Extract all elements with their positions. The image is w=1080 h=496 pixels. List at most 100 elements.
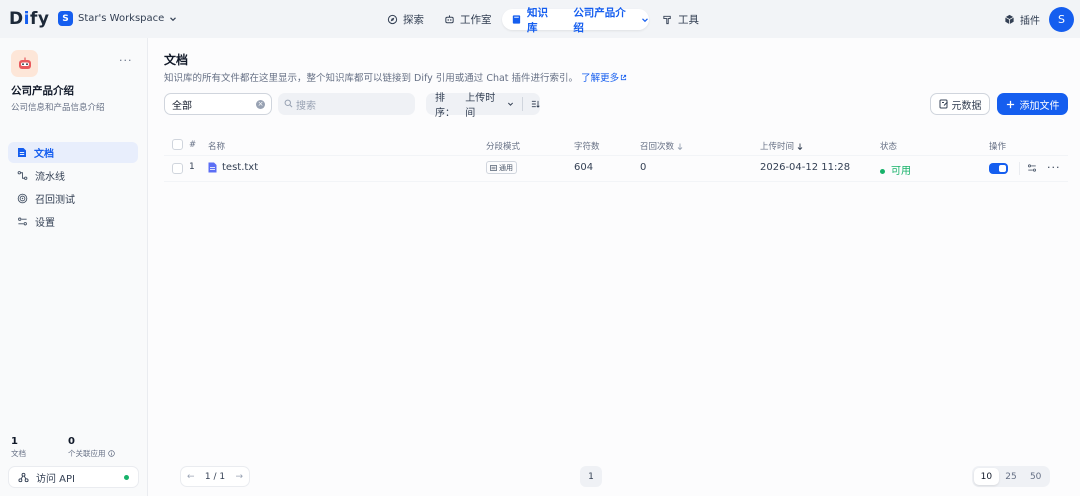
status-dot (880, 168, 885, 174)
document-icon (18, 148, 26, 157)
settings-icon (18, 217, 27, 226)
more-actions-icon[interactable]: ··· (1047, 161, 1061, 174)
robot-icon (445, 15, 454, 24)
next-page-icon[interactable]: → (235, 472, 243, 482)
chevron-down-icon (508, 102, 514, 106)
text-file-icon (208, 162, 217, 173)
action-divider (1019, 162, 1020, 175)
sidebar-item-documents[interactable]: 文档 (8, 142, 138, 163)
enable-toggle[interactable] (989, 163, 1008, 174)
kb-description: 公司信息和产品信息介绍 (11, 103, 105, 113)
plus-icon (1006, 100, 1014, 108)
api-status-dot (124, 475, 129, 480)
more-options-icon[interactable]: ··· (119, 54, 133, 67)
nav-tools[interactable]: 工具 (662, 9, 699, 30)
doc-count: 1 (11, 436, 18, 447)
row-checkbox[interactable] (172, 163, 183, 174)
sidebar-item-label: 文档 (34, 149, 54, 160)
clear-icon[interactable]: × (256, 100, 265, 109)
column-header-hits-label: 召回次数 (640, 142, 675, 152)
access-api-button[interactable]: 访问 API (8, 466, 139, 488)
external-link-icon (621, 74, 627, 81)
sidebar-item-label: 流水线 (35, 172, 65, 183)
column-header-uploaded[interactable]: 上传时间 (760, 140, 803, 152)
search-input[interactable]: 搜索 (278, 93, 415, 115)
add-file-button[interactable]: 添加文件 (997, 93, 1068, 115)
column-header-name: 名称 (208, 142, 226, 152)
page-info: 1 / 1 (204, 471, 226, 482)
user-avatar[interactable]: S (1049, 7, 1074, 32)
search-placeholder: 搜索 (296, 100, 316, 112)
knowledge-sidebar: ··· 公司产品介绍 公司信息和产品信息介绍 文档 流水线 召回测试 设置 1 … (0, 38, 148, 496)
info-icon[interactable] (107, 450, 115, 457)
kb-title: 公司产品介绍 (11, 85, 74, 97)
page-number-button[interactable]: 1 (580, 466, 602, 487)
sidebar-item-label: 召回测试 (35, 195, 75, 206)
column-header-chunk-mode: 分段模式 (486, 142, 521, 152)
nav-explore[interactable]: 探索 (387, 9, 424, 30)
hit-count: 0 (640, 162, 647, 173)
workspace-switcher[interactable]: S Star's Workspace (58, 11, 177, 26)
sort-value: 上传时间 (465, 93, 496, 119)
kb-avatar-icon (11, 50, 38, 77)
prev-page-icon[interactable]: ← (187, 472, 195, 482)
learn-more-label: 了解更多 (581, 73, 620, 84)
doc-count-label: 文档 (11, 449, 26, 458)
column-header-hits[interactable]: 召回次数 (640, 140, 683, 152)
documents-panel: 文档 知识库的所有文件都在这里显示，整个知识库都可以链接到 Dify 引用或通过… (148, 38, 1080, 496)
metadata-button-label: 元数据 (951, 100, 982, 112)
chevron-down-icon[interactable] (641, 16, 649, 24)
page-title: 文档 (164, 53, 189, 67)
sidebar-item-retrieval-test[interactable]: 召回测试 (8, 188, 138, 209)
metadata-button[interactable]: 元数据 (930, 93, 990, 115)
nav-studio[interactable]: 工作室 (444, 9, 492, 30)
sort-divider (522, 97, 524, 111)
sort-prefix: 排序： (435, 93, 455, 119)
nav-plugins-label: 插件 (1020, 16, 1040, 27)
status-label: 可用 (891, 166, 911, 177)
file-name-cell[interactable]: test.txt (208, 162, 258, 173)
workspace-name: Star's Workspace (78, 13, 165, 24)
page-size-selector: 10 25 50 (972, 466, 1050, 487)
page-size-10[interactable]: 10 (974, 468, 999, 485)
hammer-icon (663, 15, 671, 25)
arrow-down-icon (797, 143, 803, 150)
column-header-chars: 字符数 (574, 142, 600, 152)
page-size-25[interactable]: 25 (999, 468, 1024, 485)
linked-apps-label-text: 个关联应用 (68, 449, 106, 458)
add-file-button-label: 添加文件 (1019, 100, 1060, 112)
general-chunk-icon (490, 164, 497, 171)
page-size-50[interactable]: 50 (1023, 468, 1048, 485)
page-description: 知识库的所有文件都在这里显示，整个知识库都可以链接到 Dify 引用或通过 Ch… (164, 70, 627, 84)
chevron-down-icon (170, 16, 177, 21)
access-api-label: 访问 API (36, 473, 75, 485)
book-icon (512, 15, 521, 24)
row-divider (164, 181, 1068, 182)
nav-studio-label: 工作室 (460, 14, 492, 26)
nav-tools-label: 工具 (678, 14, 699, 26)
sidebar-item-pipeline[interactable]: 流水线 (8, 165, 138, 186)
header-divider (164, 155, 1068, 156)
current-kb-breadcrumb[interactable]: 公司产品介绍 (573, 5, 636, 35)
learn-more-link[interactable]: 了解更多 (581, 73, 627, 84)
dify-logo[interactable]: Dify (9, 9, 49, 29)
chunk-mode-badge: 通用 (486, 161, 517, 174)
linked-apps-count: 0 (68, 436, 75, 447)
segment-settings-icon[interactable] (1027, 163, 1037, 173)
column-header-status: 状态 (880, 142, 898, 152)
sidebar-item-settings[interactable]: 设置 (8, 211, 138, 232)
sort-select[interactable]: 排序： 上传时间 (426, 93, 540, 119)
status-filter-select[interactable]: 全部 × (164, 93, 272, 115)
search-icon (284, 99, 293, 108)
metadata-icon (939, 99, 948, 109)
sidebar-item-label: 设置 (35, 218, 55, 229)
column-header-actions: 操作 (989, 142, 1007, 152)
nav-knowledge-label: 知识库 (526, 6, 548, 34)
sort-order-icon[interactable] (531, 99, 540, 109)
nav-plugins[interactable]: 插件 (1004, 12, 1040, 27)
chunk-mode-label: 通用 (499, 163, 513, 172)
nav-knowledge[interactable]: 知识库 公司产品介绍 (502, 7, 649, 34)
linked-apps-label: 个关联应用 (68, 448, 115, 459)
compass-icon (387, 14, 398, 25)
select-all-checkbox[interactable] (172, 139, 183, 150)
